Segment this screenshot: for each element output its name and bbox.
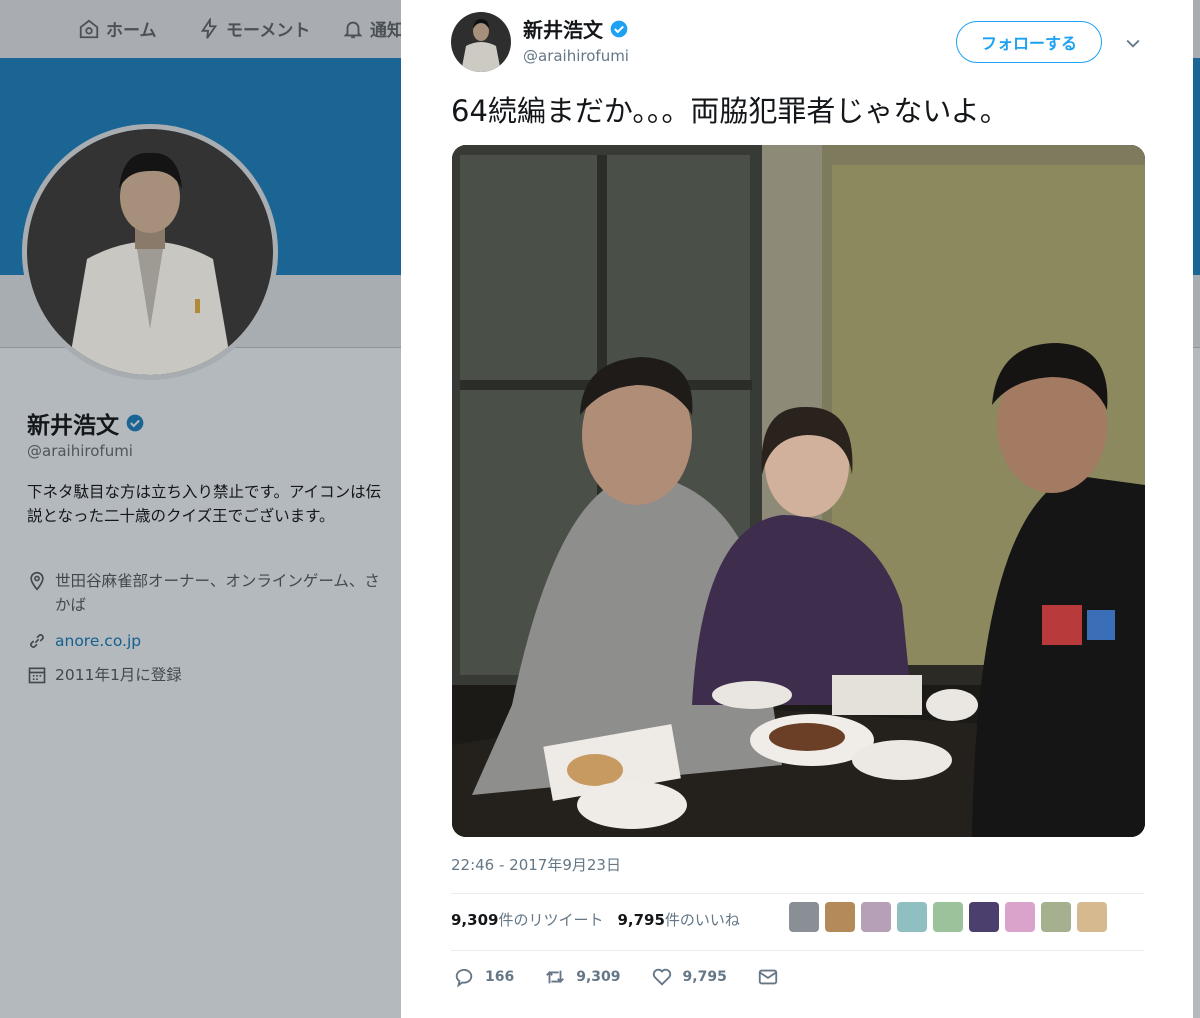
retweet-stat-label: 件のリツイート — [498, 911, 604, 929]
profile-handle: @araihirofumi — [27, 442, 133, 460]
tweet-timestamp[interactable]: 22:46 - 2017年9月23日 — [451, 854, 621, 875]
likers-avatars — [789, 902, 1107, 932]
verified-icon — [610, 20, 628, 37]
profile-avatar-image — [27, 129, 273, 375]
divider — [451, 950, 1144, 951]
nav-moments[interactable]: モーメント — [198, 16, 310, 41]
tweet-text: 64続編まだか。。。両脇犯罪者じゃないよ。 — [451, 94, 1009, 128]
profile-url-text[interactable]: anore.co.jp — [55, 629, 141, 653]
profile-joined: 2011年1月に登録 — [27, 663, 382, 687]
tweet-author-avatar[interactable] — [451, 12, 511, 72]
liker-avatar[interactable] — [861, 902, 891, 932]
profile-bio: 下ネタ駄目な方は立ち入り禁止です。アイコンは伝説となった二十歳のクイズ王でござい… — [27, 483, 382, 525]
tweet-stats: 9,309件のリツイート 9,795件のいいね — [451, 909, 740, 930]
liker-avatar[interactable] — [1041, 902, 1071, 932]
like-count: 9,795 — [617, 911, 665, 929]
follow-button[interactable]: フォローする — [956, 21, 1102, 63]
profile-location: 世田谷麻雀部オーナー、オンラインゲーム、さかば — [27, 569, 382, 617]
reply-icon — [455, 968, 473, 988]
tweet-modal: 新井浩文 @araihirofumi フォローする 64続編まだか。。。両脇犯罪… — [401, 0, 1193, 1018]
lightning-icon — [200, 17, 218, 39]
like-button[interactable]: 9,795 — [651, 966, 727, 988]
heart-icon — [652, 968, 671, 986]
liker-avatar[interactable] — [897, 902, 927, 932]
chevron-down-icon[interactable] — [1123, 33, 1143, 53]
like-stat[interactable]: 9,795件のいいね — [617, 909, 739, 930]
tweet-photo-image — [452, 145, 1145, 837]
nav-notifications[interactable]: 通知 — [342, 16, 404, 41]
message-icon — [758, 969, 777, 985]
verified-icon — [126, 414, 144, 432]
like-action-count: 9,795 — [682, 969, 727, 985]
tweet-photo[interactable] — [452, 145, 1145, 837]
tweet-author-name-text[interactable]: 新井浩文 — [523, 14, 603, 43]
bell-icon — [343, 21, 363, 38]
tweet-author-avatar-image — [451, 12, 511, 72]
liker-avatar[interactable] — [933, 902, 963, 932]
calendar-icon — [28, 667, 46, 684]
profile-location-text: 世田谷麻雀部オーナー、オンラインゲーム、さかば — [55, 572, 380, 614]
retweet-stat[interactable]: 9,309件のリツイート — [451, 909, 603, 930]
link-icon — [30, 634, 44, 648]
location-icon — [30, 571, 44, 591]
tweet-actions: 166 9,309 9,795 — [453, 966, 809, 988]
reply-button[interactable]: 166 — [453, 966, 514, 988]
profile-name-text: 新井浩文 — [27, 413, 119, 439]
tweet-author-handle[interactable]: @araihirofumi — [523, 47, 629, 65]
profile-url[interactable]: anore.co.jp — [27, 629, 382, 653]
liker-avatar[interactable] — [1077, 902, 1107, 932]
retweet-button[interactable]: 9,309 — [544, 966, 621, 988]
retweet-count: 9,309 — [451, 911, 499, 929]
retweet-icon — [546, 970, 565, 984]
message-button[interactable] — [757, 966, 779, 988]
retweet-action-count: 9,309 — [576, 969, 621, 985]
like-stat-label: 件のいいね — [664, 911, 740, 929]
liker-avatar[interactable] — [969, 902, 999, 932]
nav-notifications-label: 通知 — [370, 21, 404, 41]
liker-avatar[interactable] — [825, 902, 855, 932]
profile-avatar[interactable] — [22, 124, 278, 380]
profile-joined-text: 2011年1月に登録 — [55, 666, 182, 684]
tweet-author-name[interactable]: 新井浩文 — [523, 14, 629, 43]
divider — [451, 893, 1144, 894]
nav-moments-label: モーメント — [226, 21, 311, 41]
nav-home[interactable]: ホーム — [78, 16, 157, 41]
nav-home-label: ホーム — [106, 21, 157, 41]
reply-count: 166 — [485, 969, 515, 985]
home-icon — [79, 19, 99, 38]
liker-avatar[interactable] — [789, 902, 819, 932]
liker-avatar[interactable] — [1005, 902, 1035, 932]
profile-name: 新井浩文 — [27, 406, 145, 440]
